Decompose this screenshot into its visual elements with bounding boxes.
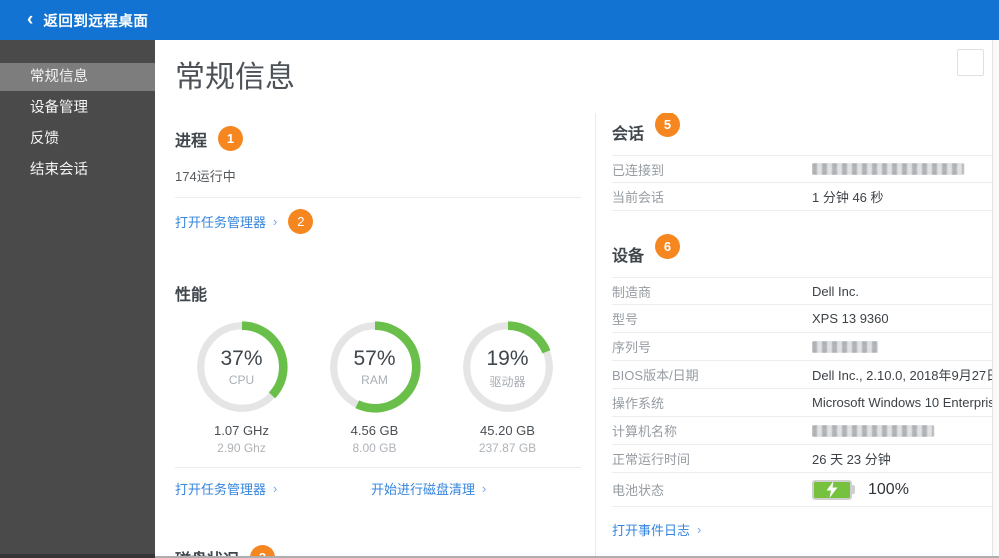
gauge: 57% RAM 4.56 GB 8.00 GB — [308, 319, 441, 455]
back-chevron-icon: ‹ — [27, 8, 34, 30]
sidebar-item[interactable]: 反馈 — [0, 125, 155, 153]
row-value: XPS 13 9360 — [812, 311, 889, 326]
main-panel: 常规信息 进程 1 174运行中 打开任务管理器 › 2 性能 37% CPU … — [155, 40, 999, 558]
chevron-right-icon: › — [273, 481, 278, 496]
start-disk-cleanup-link[interactable]: 开始进行磁盘清理 › — [371, 479, 486, 498]
session-heading: 会话 5 — [612, 113, 999, 144]
gauge-subvalue: 237.87 GB — [478, 441, 537, 455]
table-row: 当前会话 1 分钟 46 秒 — [612, 183, 999, 211]
performance-heading: 性能 — [175, 281, 581, 305]
sidebar-item[interactable]: 设备管理 — [0, 94, 155, 122]
panel-corner-icon[interactable] — [957, 49, 984, 76]
table-row: 序列号 — [612, 333, 999, 361]
sidebar-nav: 常规信息设备管理反馈结束会话 — [0, 63, 155, 184]
row-value — [812, 163, 999, 175]
top-bar: ‹ 返回到远程桌面 — [0, 0, 999, 40]
row-label: 序列号 — [612, 340, 652, 355]
open-event-log-link[interactable]: 打开事件日志 › — [612, 520, 701, 539]
session-table: 已连接到 当前会话 1 分钟 46 秒 — [612, 155, 999, 211]
redacted-value — [812, 163, 964, 175]
right-column: 会话 5 已连接到 当前会话 1 分钟 46 秒 设备 6 制造商 Dell I… — [595, 113, 999, 558]
chevron-right-icon: › — [273, 214, 278, 229]
device-heading-label: 设备 — [612, 247, 645, 265]
tour-badge-2[interactable]: 2 — [288, 209, 314, 234]
performance-heading-label: 性能 — [175, 287, 208, 304]
row-label: 制造商 — [612, 284, 652, 300]
tour-badge-5[interactable]: 5 — [655, 113, 681, 137]
app-window: ‹ 返回到远程桌面 常规信息 设备管理 反馈 结束会话 常规信息 进程 1 174运行… — [0, 0, 999, 558]
open-task-manager-label: 打开任务管理器 — [175, 215, 267, 230]
table-row: 制造商 Dell Inc. — [612, 277, 999, 305]
sidebar: 常规信息设备管理反馈结束会话 — [0, 40, 155, 558]
table-row: 已连接到 — [612, 155, 999, 183]
table-row: 电池状态 100% — [612, 473, 999, 507]
row-value: 100% — [812, 479, 999, 500]
table-row: 型号 XPS 13 9360 — [612, 305, 999, 333]
gauge-value: 4.56 GB — [350, 423, 399, 438]
row-value: 1 分钟 46 秒 — [812, 190, 884, 205]
row-value: Dell Inc., 2.10.0, 2018年9月27日 — [812, 368, 999, 383]
back-button-label: 返回到远程桌面 — [43, 13, 149, 30]
table-row: BIOS版本/日期 Dell Inc., 2.10.0, 2018年9月27日 — [612, 361, 999, 389]
gauge-subvalue: 8.00 GB — [352, 441, 397, 455]
redacted-value — [812, 340, 878, 353]
table-row: 计算机名称 — [612, 417, 999, 445]
gauge: 19% 驱动器 45.20 GB 237.87 GB — [441, 319, 574, 455]
processes-heading: 进程 1 — [175, 126, 581, 151]
row-value: Microsoft Windows 10 Enterprise 10 — [812, 395, 999, 410]
row-label: 电池状态 — [612, 483, 665, 498]
row-value: 26 天 23 分钟 — [812, 452, 891, 467]
processes-status: 174运行中 — [175, 166, 581, 198]
gauge-value: 45.20 GB — [480, 423, 535, 438]
battery-icon — [812, 479, 855, 500]
row-label: BIOS版本/日期 — [612, 368, 699, 383]
session-heading-label: 会话 — [612, 125, 645, 143]
sidebar-bottom-edge — [0, 554, 155, 558]
row-value — [812, 340, 999, 353]
chevron-right-icon: › — [482, 481, 487, 496]
gauge-label: RAM — [361, 373, 388, 387]
chevron-right-icon: › — [697, 522, 702, 537]
processes-heading-label: 进程 — [175, 132, 208, 150]
row-value — [812, 424, 999, 437]
start-disk-cleanup-label: 开始进行磁盘清理 — [371, 482, 476, 497]
open-task-manager-link[interactable]: 打开任务管理器 › — [175, 212, 277, 231]
open-task-manager-link-2[interactable]: 打开任务管理器 › — [175, 479, 371, 498]
gauge-value: 1.07 GHz — [214, 423, 269, 438]
table-row: 操作系统 Microsoft Windows 10 Enterprise 10 — [612, 389, 999, 417]
row-label: 正常运行时间 — [612, 452, 691, 467]
open-task-manager-label-2: 打开任务管理器 — [175, 482, 267, 497]
redacted-value — [812, 424, 934, 437]
row-label: 已连接到 — [612, 162, 665, 178]
row-label: 计算机名称 — [612, 424, 678, 439]
sidebar-item[interactable]: 结束会话 — [0, 156, 155, 184]
performance-gauges: 37% CPU 1.07 GHz 2.90 Ghz 57% RAM 4.56 G… — [175, 319, 581, 455]
gauge-percent: 37% — [220, 347, 263, 370]
page-title: 常规信息 — [175, 61, 295, 94]
row-label: 型号 — [612, 312, 639, 327]
row-label: 操作系统 — [612, 396, 665, 411]
sidebar-item[interactable]: 常规信息 — [0, 63, 155, 91]
table-row: 正常运行时间 26 天 23 分钟 — [612, 445, 999, 473]
gauge-percent: 19% — [486, 347, 529, 370]
row-value: Dell Inc. — [812, 283, 859, 299]
open-event-log-label: 打开事件日志 — [612, 523, 691, 538]
battery-percent: 100% — [868, 480, 909, 498]
row-label: 当前会话 — [612, 190, 665, 205]
device-heading: 设备 6 — [612, 234, 999, 266]
left-column: 常规信息 进程 1 174运行中 打开任务管理器 › 2 性能 37% CPU … — [155, 40, 595, 558]
gauge-percent: 57% — [353, 347, 396, 370]
device-table: 制造商 Dell Inc. 型号 XPS 13 9360 序列号 BIOS版本/… — [612, 277, 999, 507]
gauge-label: CPU — [228, 373, 255, 387]
tour-badge-1[interactable]: 1 — [218, 126, 244, 151]
gauge-label: 驱动器 — [489, 375, 526, 389]
gauge-subvalue: 2.90 Ghz — [217, 441, 266, 455]
gauge: 37% CPU 1.07 GHz 2.90 Ghz — [175, 319, 308, 455]
tour-badge-6[interactable]: 6 — [655, 234, 681, 259]
back-to-remote-desktop-button[interactable]: ‹ 返回到远程桌面 — [27, 10, 148, 31]
scrollbar-track[interactable] — [992, 40, 999, 558]
